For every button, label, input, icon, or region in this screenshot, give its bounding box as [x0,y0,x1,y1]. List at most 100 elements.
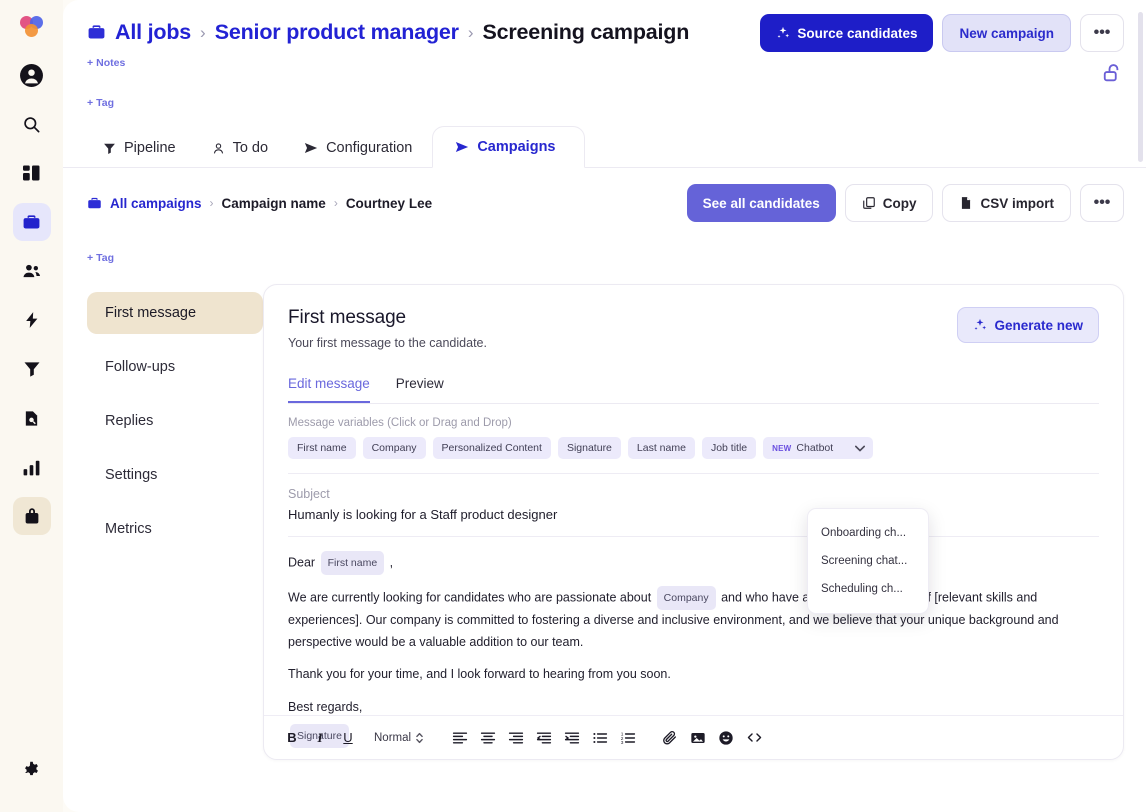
image-icon[interactable] [684,724,712,752]
person-icon [212,142,225,155]
briefcase-icon[interactable] [13,203,51,241]
new-badge: NEW [772,444,791,453]
chip-first-name[interactable]: First name [288,437,356,459]
outdent-icon[interactable] [530,724,558,752]
breadcrumb-separator: › [334,196,338,210]
nav-item-first-message[interactable]: First message [87,292,263,334]
nav-item-label: First message [105,305,196,321]
campaign-icon[interactable] [13,497,51,535]
add-notes-button[interactable]: + Notes [87,57,125,69]
svg-text:3: 3 [621,740,624,746]
bolt-icon[interactable] [13,301,51,339]
campaign-add-tag-button[interactable]: + Tag [87,252,114,264]
plus-icon: + [87,97,93,109]
nav-item-replies[interactable]: Replies [87,400,263,442]
campaign-add-tag-label: Tag [96,252,114,264]
message-greeting: Dear First name , [288,551,1099,575]
unlock-icon[interactable] [1102,62,1124,84]
see-all-candidates-button[interactable]: See all candidates [687,184,836,222]
search-icon[interactable] [13,105,51,143]
source-candidates-button[interactable]: Source candidates [760,14,933,52]
breadcrumb-all-jobs[interactable]: All jobs [115,20,191,45]
breadcrumb-all-campaigns[interactable]: All campaigns [110,196,202,211]
rail-bottom [0,751,63,800]
copy-button[interactable]: Copy [845,184,934,222]
align-right-icon[interactable] [502,724,530,752]
profile-icon[interactable] [13,56,51,94]
indent-icon[interactable] [558,724,586,752]
chip-personalized-content[interactable]: Personalized Content [433,437,551,459]
nav-item-settings[interactable]: Settings [87,454,263,496]
paperclip-icon[interactable] [656,724,684,752]
campaign-more-button[interactable]: ••• [1080,184,1124,222]
tab-pipeline[interactable]: Pipeline [87,128,196,168]
underline-button[interactable]: U [334,724,362,752]
tab-todo[interactable]: To do [196,128,288,168]
nav-item-metrics[interactable]: Metrics [87,508,263,550]
code-icon[interactable] [740,724,768,752]
chatbot-option-onboarding[interactable]: Onboarding ch... [808,519,928,547]
chip-chatbot-label: Chatbot [796,442,833,454]
more-dots-icon: ••• [1094,24,1111,42]
people-icon[interactable] [13,252,51,290]
message-variables-label: Message variables (Click or Drag and Dro… [288,417,1099,429]
chip-chatbot-dropdown[interactable]: NEW Chatbot [763,437,873,459]
tab-edit-message[interactable]: Edit message [288,376,370,403]
chatbot-dropdown-menu: Onboarding ch... Screening chat... Sched… [807,508,929,614]
chatbot-option-scheduling[interactable]: Scheduling ch... [808,575,928,603]
align-left-icon[interactable] [446,724,474,752]
header-actions: Source candidates New campaign ••• [760,14,1124,52]
numbered-list-icon[interactable]: 123 [614,724,642,752]
header-more-button[interactable]: ••• [1080,14,1124,52]
breadcrumb-separator: › [468,23,474,43]
inline-var-first-name[interactable]: First name [321,551,385,575]
inline-var-company[interactable]: Company [657,586,716,610]
new-campaign-button[interactable]: New campaign [942,14,1071,52]
campaign-actions: See all candidates Copy CSV import ••• [687,184,1124,222]
bar-chart-icon[interactable] [13,448,51,486]
breadcrumb-separator: › [200,23,206,43]
emoji-icon[interactable] [712,724,740,752]
chip-signature[interactable]: Signature [558,437,621,459]
gear-icon[interactable] [13,751,51,789]
add-notes-row: + Notes [87,53,1122,71]
left-rail [0,0,63,812]
first-message-card: First message Your first message to the … [263,284,1124,760]
tab-configuration-label: Configuration [326,140,412,156]
primary-tabs: Pipeline To do Configuration Campaigns [63,125,1146,168]
tab-configuration[interactable]: Configuration [288,128,432,168]
nav-item-follow-ups[interactable]: Follow-ups [87,346,263,388]
tab-todo-label: To do [233,140,268,156]
breadcrumb-campaign-name[interactable]: Campaign name [222,196,326,211]
italic-button[interactable]: I [306,724,334,752]
vertical-scrollbar[interactable] [1138,4,1143,808]
campaign-breadcrumb-bar: All campaigns › Campaign name › Courtney… [63,168,1146,222]
tab-preview[interactable]: Preview [396,376,444,403]
csv-import-button[interactable]: CSV import [942,184,1071,222]
add-tag-button[interactable]: + Tag [87,97,114,109]
chatbot-option-screening[interactable]: Screening chat... [808,547,928,575]
more-dots-icon: ••• [1094,194,1111,212]
generate-new-button[interactable]: Generate new [957,307,1099,343]
send-icon [304,141,318,155]
card-title: First message [288,307,957,329]
chip-job-title[interactable]: Job title [702,437,756,459]
scrollbar-thumb[interactable] [1138,12,1143,162]
tab-campaigns[interactable]: Campaigns [432,126,584,168]
briefcase-icon [87,196,102,211]
document-search-icon[interactable] [13,399,51,437]
breadcrumb-job[interactable]: Senior product manager [215,20,459,45]
chip-last-name[interactable]: Last name [628,437,695,459]
bullet-list-icon[interactable] [586,724,614,752]
bold-button[interactable]: B [278,724,306,752]
chip-company[interactable]: Company [363,437,426,459]
plus-icon: + [87,252,93,264]
subject-input[interactable]: Humanly is looking for a Staff product d… [288,507,1099,522]
align-center-icon[interactable] [474,724,502,752]
dashboard-icon[interactable] [13,154,51,192]
text-style-select[interactable]: Normal [374,731,424,745]
subject-label: Subject [288,487,1099,501]
funnel-icon[interactable] [13,350,51,388]
app-root: All jobs › Senior product manager › Scre… [0,0,1146,812]
humanly-logo[interactable] [15,10,49,44]
